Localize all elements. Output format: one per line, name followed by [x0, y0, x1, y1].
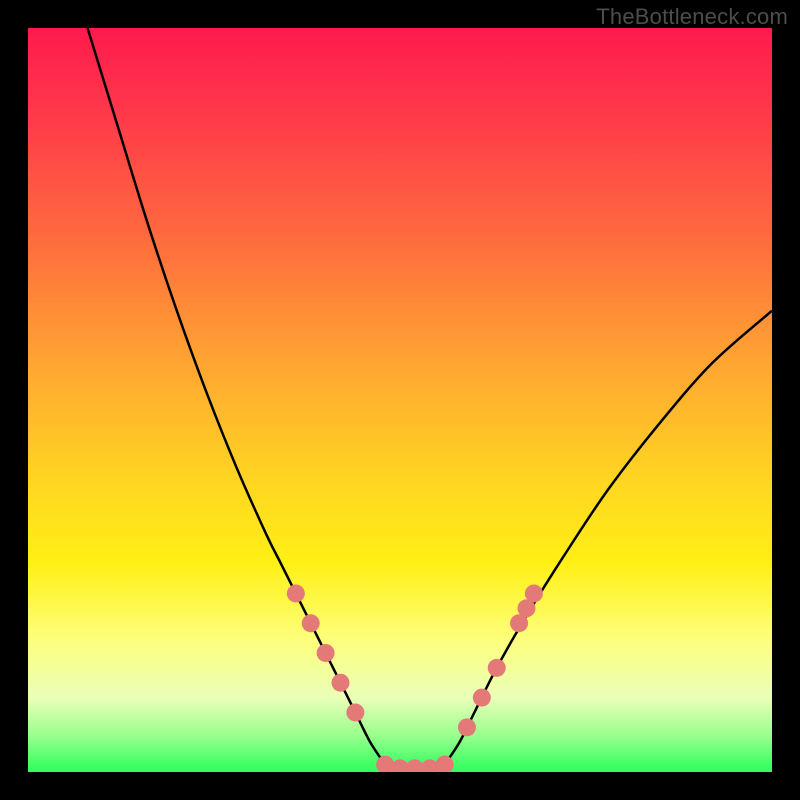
marker-dot	[346, 703, 364, 721]
marker-dot	[331, 674, 349, 692]
marker-dot	[458, 718, 476, 736]
marker-dot	[317, 644, 335, 662]
marker-dot	[473, 689, 491, 707]
marker-dot	[287, 584, 305, 602]
marker-dot	[436, 756, 454, 772]
marker-dot	[525, 584, 543, 602]
left-curve	[88, 28, 386, 765]
highlighted-points	[287, 584, 543, 772]
chart-frame: TheBottleneck.com	[0, 0, 800, 800]
watermark-text: TheBottleneck.com	[596, 4, 788, 30]
plot-area	[28, 28, 772, 772]
marker-dot	[302, 614, 320, 632]
marker-dot	[488, 659, 506, 677]
curve-overlay	[28, 28, 772, 772]
right-curve	[445, 311, 772, 765]
